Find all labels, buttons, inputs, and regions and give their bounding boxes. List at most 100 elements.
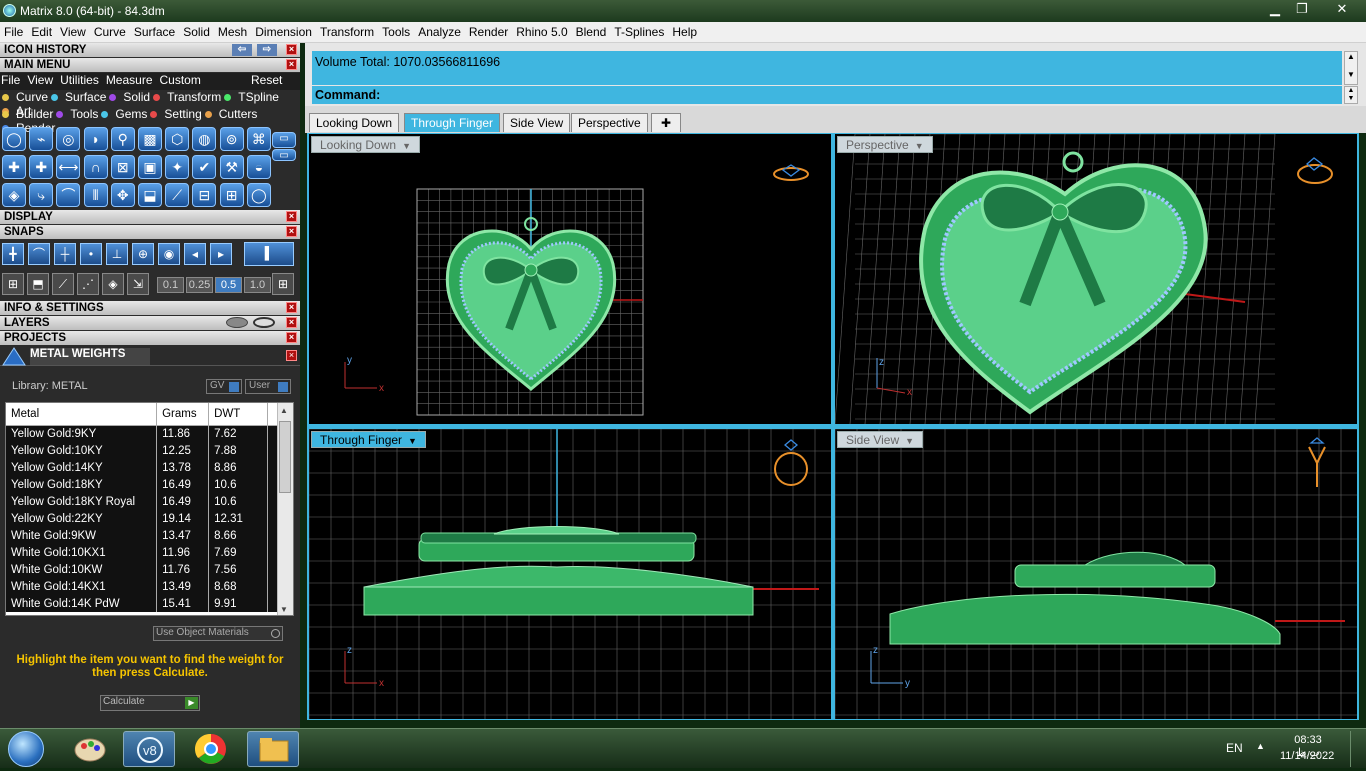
submenu-file[interactable]: File bbox=[1, 73, 20, 87]
gem-grid-tool-icon[interactable]: ▩ bbox=[138, 127, 162, 151]
bezel-tool-icon[interactable]: ⬡ bbox=[165, 127, 190, 151]
viewport-label-through-finger[interactable]: Through Finger ▼ bbox=[311, 431, 426, 448]
snap-value-1.0[interactable]: 1.0 bbox=[244, 277, 271, 293]
menu-render[interactable]: Render bbox=[465, 22, 512, 39]
main-menu-header[interactable]: MAIN MENU × bbox=[0, 58, 300, 72]
metal-weights-table[interactable]: Metal Grams DWT Yellow Gold:9KY 11.86 7.62… bbox=[5, 402, 294, 616]
table-scrollbar[interactable]: ▲ ▼ bbox=[277, 403, 293, 615]
user-toggle[interactable]: User bbox=[245, 379, 291, 394]
profile-tool-icon[interactable]: ⌘ bbox=[246, 127, 271, 151]
shield-tool-icon[interactable]: ◍ bbox=[192, 127, 217, 151]
gumball-tool-icon[interactable]: ✥ bbox=[110, 183, 135, 207]
snap-value-0.25[interactable]: 0.25 bbox=[186, 277, 213, 293]
table-row[interactable]: Yellow Gold:14KY 13.78 8.86 bbox=[6, 459, 278, 476]
icon-history-header[interactable]: ICON HISTORY ⇦ ⇨ × bbox=[0, 43, 300, 57]
end-snap-icon[interactable]: ▸ bbox=[210, 243, 232, 265]
command-spinner[interactable]: ▲ ▼ bbox=[1344, 86, 1358, 104]
menu-edit[interactable]: Edit bbox=[27, 22, 56, 39]
split-tool-icon[interactable]: ⫴ bbox=[83, 183, 108, 207]
history-back-icon[interactable]: ⇦ bbox=[232, 44, 252, 56]
circle-tool-icon[interactable]: ◯ bbox=[2, 127, 26, 151]
submenu-measure[interactable]: Measure bbox=[106, 73, 153, 87]
close-icon[interactable]: × bbox=[286, 44, 297, 55]
submenu-custom[interactable]: Custom bbox=[160, 73, 201, 87]
menu-tsplines[interactable]: T-Splines bbox=[610, 22, 668, 39]
table-row[interactable]: Yellow Gold:18KY 16.49 10.6 bbox=[6, 476, 278, 493]
move-tool-icon[interactable]: ✚ bbox=[2, 155, 26, 179]
submenu-utilities[interactable]: Utilities bbox=[60, 73, 99, 87]
category-curve[interactable]: Curve bbox=[2, 90, 48, 104]
table-row[interactable]: White Gold:10KX1 11.96 7.69 bbox=[6, 544, 278, 561]
menu-dimension[interactable]: Dimension bbox=[251, 22, 316, 39]
extrude-tool-icon[interactable]: ⬓ bbox=[138, 183, 162, 207]
calculate-button[interactable]: Calculate ▶ bbox=[100, 695, 200, 711]
close-icon[interactable]: × bbox=[286, 211, 297, 222]
close-icon[interactable]: × bbox=[286, 332, 297, 343]
dotted-display-icon[interactable]: ⋰ bbox=[77, 273, 99, 295]
sweep-tool-icon[interactable]: ⤷ bbox=[29, 183, 54, 207]
line-display-icon[interactable]: ⟋ bbox=[52, 273, 74, 295]
menu-help[interactable]: Help bbox=[668, 22, 701, 39]
display-header[interactable]: DISPLAY × bbox=[0, 210, 300, 224]
trim-tool-icon[interactable]: ⊠ bbox=[110, 155, 135, 179]
menu-mesh[interactable]: Mesh bbox=[214, 22, 251, 39]
snap-value-0.1[interactable]: 0.1 bbox=[157, 277, 184, 293]
menu-transform[interactable]: Transform bbox=[316, 22, 378, 39]
tab-looking-down[interactable]: Looking Down bbox=[309, 113, 400, 132]
tab-side-view[interactable]: Side View bbox=[503, 113, 571, 132]
rail-tool-icon[interactable]: ⚲ bbox=[110, 127, 135, 151]
layer-hide-icon[interactable] bbox=[226, 317, 248, 328]
close-icon[interactable]: × bbox=[286, 317, 297, 328]
close-icon[interactable]: × bbox=[286, 226, 297, 237]
table-row[interactable]: Yellow Gold:9KY 11.86 7.62 bbox=[6, 425, 278, 442]
gem-tool-icon[interactable]: ◈ bbox=[2, 183, 26, 207]
viewport-label-perspective[interactable]: Perspective ▼ bbox=[837, 136, 933, 153]
arc-tool-icon[interactable]: ∩ bbox=[83, 155, 108, 179]
table-row[interactable]: White Gold:14K PdW 15.41 9.91 bbox=[6, 595, 278, 612]
reset-button[interactable]: Reset bbox=[251, 73, 282, 87]
setting-tool-icon[interactable]: ✦ bbox=[165, 155, 190, 179]
viewport-perspective[interactable]: z x Perspective ▼ bbox=[835, 134, 1357, 424]
table-row[interactable]: Yellow Gold:18KY Royal 16.49 10.6 bbox=[6, 493, 278, 510]
table-row[interactable]: Yellow Gold:10KY 12.25 7.88 bbox=[6, 442, 278, 459]
close-icon[interactable]: × bbox=[286, 59, 297, 70]
check-tool-icon[interactable]: ✔ bbox=[192, 155, 217, 179]
menu-tools[interactable]: Tools bbox=[378, 22, 414, 39]
close-icon[interactable]: × bbox=[286, 350, 297, 361]
viewport-through-finger[interactable]: z x Through Finger ▼ bbox=[309, 429, 831, 719]
table-row[interactable]: Yellow Gold:22KY 19.14 12.31 bbox=[6, 510, 278, 527]
menu-file[interactable]: File bbox=[0, 22, 27, 39]
join-tool-icon[interactable]: ⊟ bbox=[192, 183, 217, 207]
menu-rhino[interactable]: Rhino 5.0 bbox=[512, 22, 571, 39]
category-transform[interactable]: Transform bbox=[153, 90, 221, 104]
menu-solid[interactable]: Solid bbox=[179, 22, 214, 39]
language-indicator[interactable]: EN bbox=[1226, 741, 1243, 755]
curve-snap-icon[interactable]: ⌒ bbox=[28, 243, 50, 265]
clock-date[interactable]: 11/14/2022 bbox=[1280, 750, 1334, 762]
menu-view[interactable]: View bbox=[56, 22, 90, 39]
cut-tool-icon[interactable]: ⚒ bbox=[219, 155, 244, 179]
add-tab-icon[interactable]: ✚ bbox=[651, 113, 682, 132]
scale-tool-icon[interactable]: ⟷ bbox=[56, 155, 81, 179]
category-gems[interactable]: Gems bbox=[101, 107, 147, 121]
taskbar-paint[interactable] bbox=[64, 731, 116, 767]
projects-header[interactable]: PROJECTS × bbox=[0, 331, 300, 345]
history-scrollbar[interactable]: ▲ ▼ bbox=[1344, 51, 1358, 85]
viewport-label-side-view[interactable]: Side View ▼ bbox=[837, 431, 924, 448]
planar-display-icon[interactable]: ◈ bbox=[102, 273, 124, 295]
grid-snap-icon[interactable]: ╋ bbox=[2, 243, 24, 265]
boolean-tool-icon[interactable]: ⊞ bbox=[219, 183, 244, 207]
ortho-display-icon[interactable]: ⇲ bbox=[127, 273, 149, 295]
taper-tool-icon[interactable]: ⟋ bbox=[165, 183, 190, 207]
column-dwt[interactable]: DWT bbox=[208, 403, 268, 426]
snap-toggle-icon[interactable]: ▌ bbox=[244, 242, 294, 266]
snap-value-0.5[interactable]: 0.5 bbox=[215, 277, 242, 293]
category-builder[interactable]: Builder bbox=[2, 107, 53, 121]
layers-header[interactable]: LAYERS × bbox=[0, 316, 300, 330]
tab-perspective[interactable]: Perspective bbox=[571, 113, 648, 132]
tab-through-finger[interactable]: Through Finger bbox=[404, 113, 501, 132]
use-object-materials-toggle[interactable]: Use Object Materials bbox=[153, 626, 283, 641]
intersection-snap-icon[interactable]: ┼ bbox=[54, 243, 76, 265]
center-snap-icon[interactable]: ⊕ bbox=[132, 243, 154, 265]
category-setting[interactable]: Setting bbox=[150, 107, 202, 121]
